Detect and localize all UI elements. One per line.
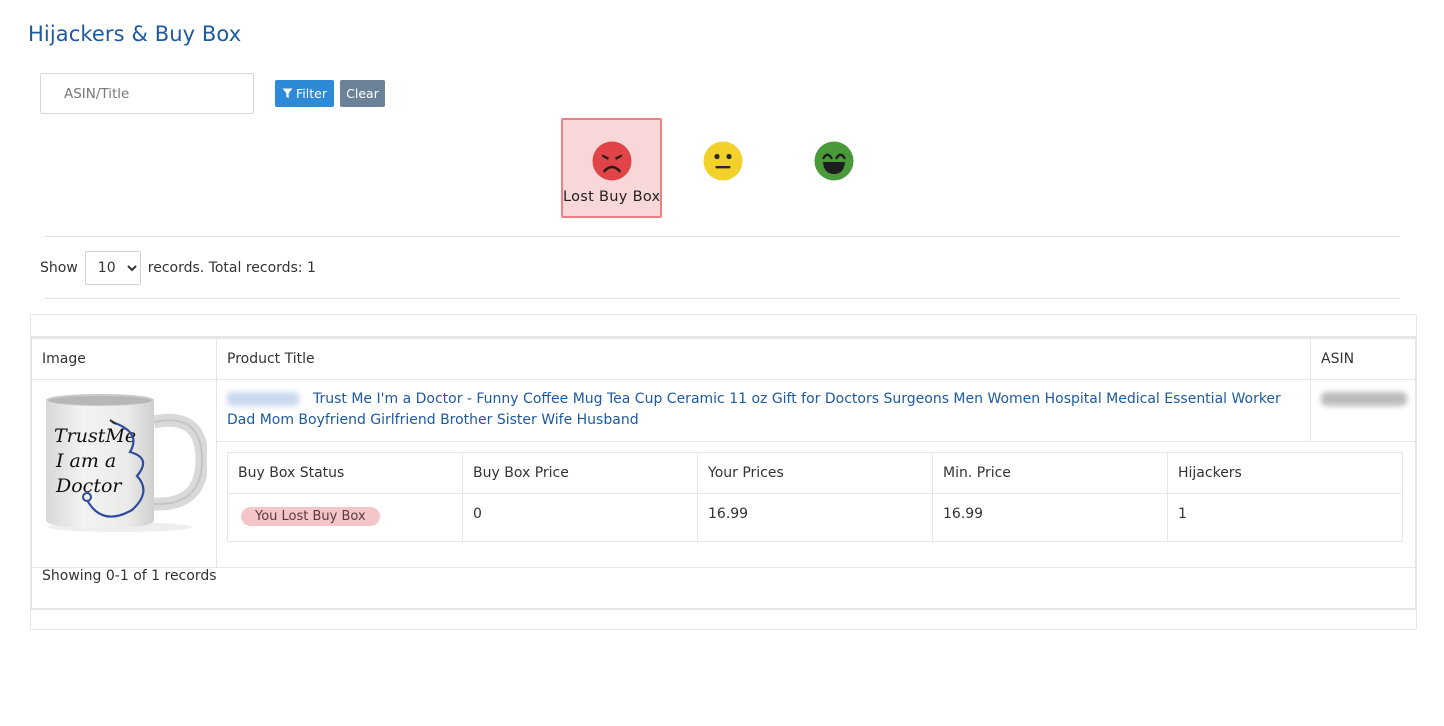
column-header-asin: ASIN	[1310, 338, 1416, 380]
mood-filter-neutral[interactable]	[672, 118, 773, 218]
mood-filter-lost-buy-box[interactable]: Lost Buy Box	[561, 118, 662, 218]
product-image-cell: TrustMe I am a Doctor	[31, 379, 217, 568]
buy-box-details-cell: Buy Box Status Buy Box Price Your Prices…	[216, 441, 1416, 568]
column-header-buy-box-price: Buy Box Price	[462, 452, 698, 494]
hijackers-table: Image Product Title ASIN TrustMe I am a …	[30, 314, 1417, 630]
angry-face-icon	[592, 141, 631, 181]
mug-text-line-2: I am a	[55, 450, 116, 472]
filter-button[interactable]: Filter	[275, 80, 334, 107]
table-header-row: Image Product Title ASIN	[31, 338, 1416, 380]
page-size-control: Show 10 records. Total records: 1	[40, 251, 316, 285]
divider	[45, 236, 1400, 237]
column-header-buy-box-status: Buy Box Status	[227, 452, 463, 494]
showing-records-text: Showing 0-1 of 1 records	[31, 567, 1416, 609]
sku-redacted	[227, 392, 299, 406]
grinning-face-icon	[814, 141, 853, 181]
page-title: Hijackers & Buy Box	[28, 22, 242, 46]
filter-icon	[282, 88, 293, 99]
column-header-your-prices: Your Prices	[697, 452, 933, 494]
product-title-link[interactable]: Trust Me I'm a Doctor - Funny Coffee Mug…	[227, 391, 1281, 428]
divider	[45, 298, 1400, 299]
status-badge: You Lost Buy Box	[241, 507, 380, 526]
search-input[interactable]	[40, 73, 254, 114]
column-header-min-price: Min. Price	[932, 452, 1168, 494]
mood-filter-happy[interactable]	[783, 118, 884, 218]
your-prices-cell: 16.99	[697, 493, 933, 542]
column-header-product-title: Product Title	[216, 338, 1311, 380]
buy-box-details-table: Buy Box Status Buy Box Price Your Prices…	[227, 452, 1403, 542]
table-bottom-bar	[31, 609, 1416, 630]
details-header-row: Buy Box Status Buy Box Price Your Prices…	[227, 452, 1403, 494]
table-toolbar	[31, 315, 1416, 338]
buy-box-price-cell: 0	[462, 493, 698, 542]
total-records-text: records. Total records: 1	[147, 260, 316, 276]
asin-redacted	[1321, 392, 1407, 406]
show-label: Show	[40, 260, 78, 276]
filter-button-label: Filter	[296, 86, 327, 101]
table-row: TrustMe I am a Doctor Trust Me I'm a Doc…	[31, 379, 1416, 568]
product-image: TrustMe I am a Doctor	[46, 394, 207, 532]
column-header-hijackers: Hijackers	[1167, 452, 1403, 494]
details-row: You Lost Buy Box 0 16.99 16.99 1	[227, 493, 1403, 542]
asin-cell	[1310, 379, 1416, 442]
hijackers-cell: 1	[1167, 493, 1403, 542]
clear-button[interactable]: Clear	[340, 80, 385, 107]
min-price-cell: 16.99	[932, 493, 1168, 542]
products-table: Image Product Title ASIN TrustMe I am a …	[31, 338, 1416, 609]
buy-box-status-cell: You Lost Buy Box	[227, 493, 463, 542]
column-header-image: Image	[31, 338, 217, 380]
table-row-details: Buy Box Status Buy Box Price Your Prices…	[32, 441, 1416, 568]
table-footer-row: Showing 0-1 of 1 records	[31, 567, 1416, 609]
neutral-face-icon	[703, 141, 742, 181]
mood-filter-label: Lost Buy Box	[563, 189, 661, 205]
page-size-select[interactable]: 10	[84, 251, 141, 285]
product-title-cell: Trust Me I'm a Doctor - Funny Coffee Mug…	[216, 379, 1311, 442]
